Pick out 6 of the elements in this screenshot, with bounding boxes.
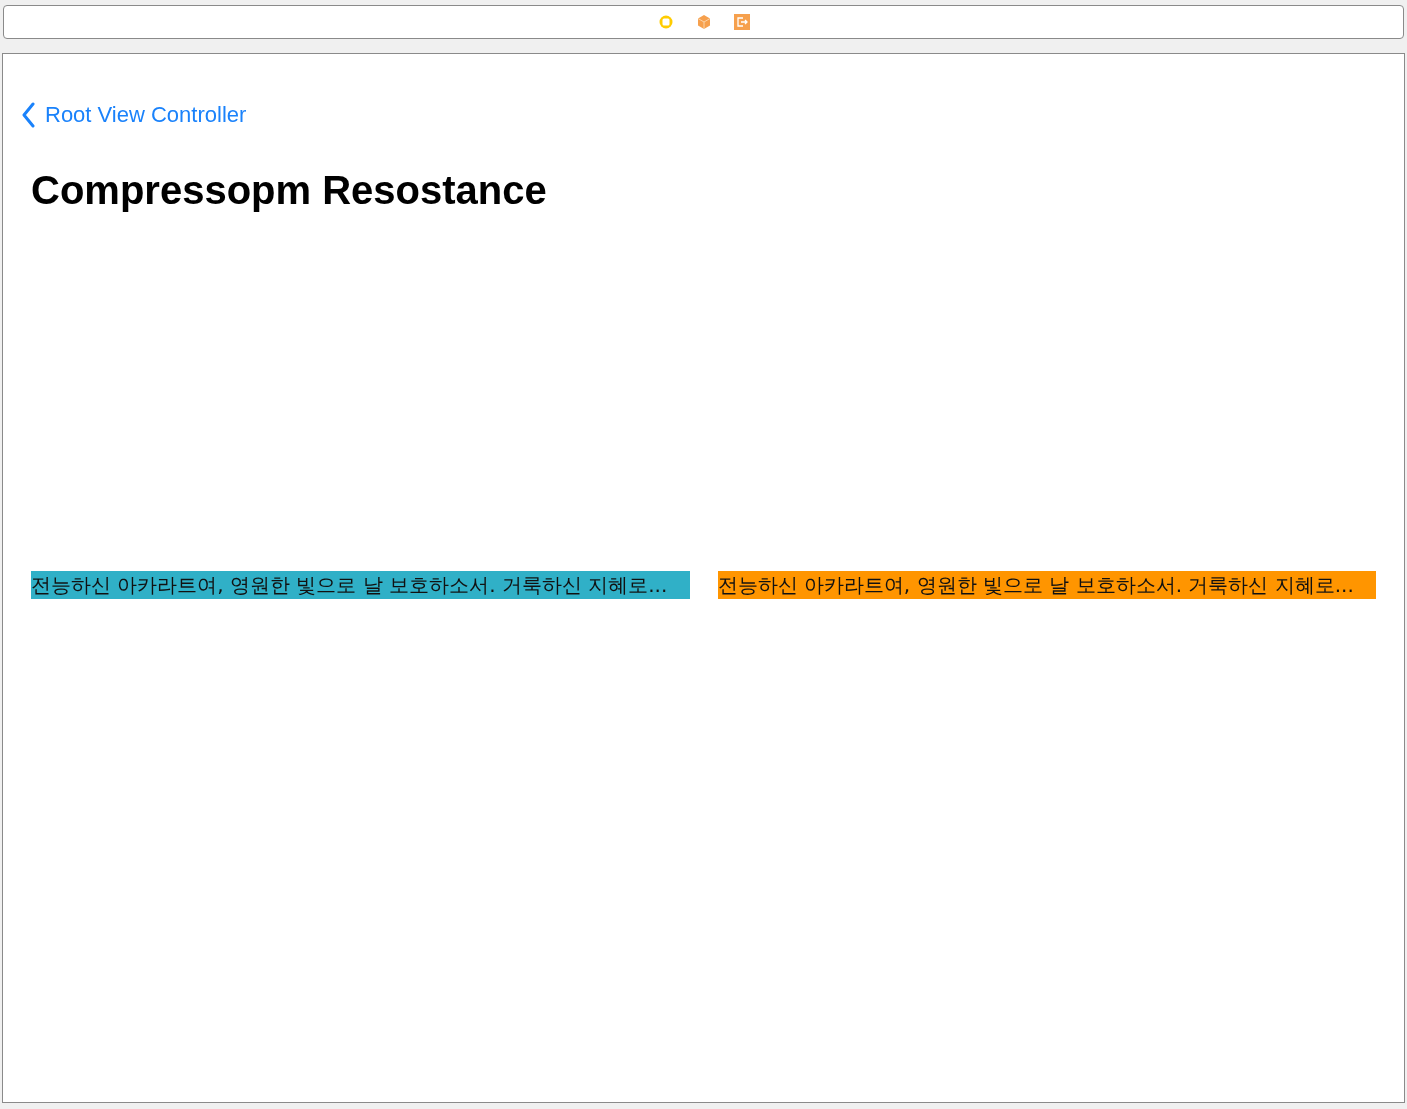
text-label: 전능하신 아카라트여, 영원한 빛으로 날 보호하소서. 거룩하신 지혜로... [31, 571, 690, 599]
text-label: 전능하신 아카라트여, 영원한 빛으로 날 보호하소서. 거룩하신 지혜로... [717, 571, 1376, 599]
large-title: Compressopm Resostance [31, 168, 548, 213]
cube-icon[interactable] [695, 14, 712, 30]
chevron-left-icon [21, 102, 35, 128]
exit-icon[interactable] [733, 14, 750, 30]
